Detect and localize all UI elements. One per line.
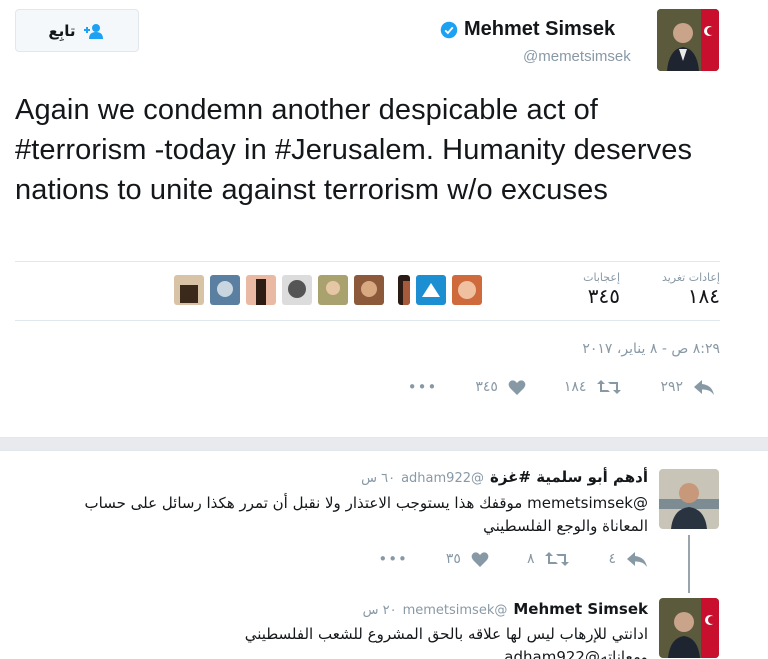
- liker-avatar[interactable]: [246, 275, 276, 305]
- reply-count: ٤: [608, 551, 616, 567]
- divider: [15, 261, 720, 262]
- retweet-button[interactable]: ٨: [527, 550, 571, 568]
- retweet-count: ٨: [526, 551, 535, 567]
- divider: [0, 450, 768, 451]
- reply-header: أدهم أبو سلمية #غزة @adham922 ٦٠ س: [300, 468, 648, 486]
- likes-label: إعجابات: [583, 271, 620, 284]
- like-count: ٣٤٥: [475, 379, 498, 395]
- replies-separator: [0, 438, 768, 450]
- author-avatar[interactable]: [657, 9, 719, 71]
- reply-icon: [694, 380, 714, 395]
- reply-button[interactable]: ٤: [608, 550, 648, 568]
- author-handle[interactable]: @memetsimsek: [523, 48, 631, 65]
- reply-time[interactable]: ٢٠ س: [363, 603, 397, 618]
- tweet-timestamp[interactable]: ٨:٢٩ ص - ٨ يناير، ٢٠١٧: [520, 341, 720, 357]
- author-name-row: Mehmet Simsek: [440, 18, 615, 41]
- reply-avatar[interactable]: [659, 469, 719, 529]
- author-display-name[interactable]: Mehmet Simsek: [464, 18, 615, 41]
- more-icon: •••: [378, 550, 408, 568]
- reply-handle[interactable]: @memetsimsek: [403, 603, 508, 618]
- reply-text: ادانتي للإرهاب ليس لها علاقه بالحق المشر…: [244, 625, 648, 659]
- retweets-label: إعادات تغريد: [661, 271, 720, 284]
- reply-handle[interactable]: @adham922: [401, 471, 484, 486]
- retweets-stat[interactable]: إعادات تغريد ١٨٤: [640, 271, 720, 308]
- retweets-value: ١٨٤: [687, 284, 720, 308]
- liker-avatar[interactable]: [416, 275, 446, 305]
- more-icon: •••: [407, 378, 438, 396]
- liker-avatar[interactable]: [210, 275, 240, 305]
- reply-time[interactable]: ٦٠ س: [361, 471, 395, 486]
- reply-icon: [627, 552, 647, 567]
- add-user-icon: [83, 23, 103, 39]
- likers-avatar-list: [174, 275, 482, 305]
- reply-display-name[interactable]: Mehmet Simsek: [513, 600, 648, 618]
- follow-button-label: تابِع: [48, 21, 76, 40]
- divider: [15, 320, 720, 321]
- liker-avatar[interactable]: [452, 275, 482, 305]
- like-count: ٣٥: [445, 551, 461, 567]
- reply-header: Mehmet Simsek @memetsimsek ٢٠ س: [300, 600, 648, 618]
- reply-text: @memetsimsek موقفك هذا يستوجب الاعتذار و…: [84, 494, 648, 535]
- retweet-icon: [545, 552, 570, 566]
- verified-badge-icon: [440, 21, 458, 38]
- reply-action-bar: ٤ ٨ ٣٥ •••: [310, 550, 648, 568]
- reply-count: ٢٩٢: [660, 379, 683, 395]
- retweet-button[interactable]: ١٨٤: [564, 378, 623, 396]
- follow-button[interactable]: تابِع: [15, 9, 139, 52]
- likes-value: ٣٤٥: [587, 284, 620, 308]
- thread-connector: [688, 535, 690, 593]
- more-button[interactable]: •••: [408, 378, 438, 396]
- liker-avatar[interactable]: [174, 275, 204, 305]
- like-button[interactable]: ٣٥: [446, 551, 489, 568]
- likes-stat[interactable]: إعجابات ٣٤٥: [560, 271, 620, 308]
- liker-avatar[interactable]: [354, 275, 384, 305]
- retweet-count: ١٨٤: [563, 379, 587, 395]
- like-button[interactable]: ٣٤٥: [475, 379, 526, 396]
- reply-button[interactable]: ٢٩٢: [660, 378, 715, 396]
- reply-display-name[interactable]: أدهم أبو سلمية #غزة: [490, 468, 648, 486]
- tweet-text: Again we condemn another despicable act …: [15, 94, 693, 206]
- liker-avatar[interactable]: [282, 275, 312, 305]
- heart-icon: [471, 551, 489, 567]
- reply-avatar[interactable]: [659, 598, 719, 658]
- liker-avatar[interactable]: [398, 275, 410, 305]
- more-button[interactable]: •••: [378, 550, 408, 568]
- retweet-icon: [597, 380, 622, 394]
- heart-icon: [508, 379, 526, 395]
- liker-avatar[interactable]: [318, 275, 348, 305]
- tweet-action-bar: ٢٩٢ ١٨٤ ٣٤٥ •••: [380, 378, 715, 396]
